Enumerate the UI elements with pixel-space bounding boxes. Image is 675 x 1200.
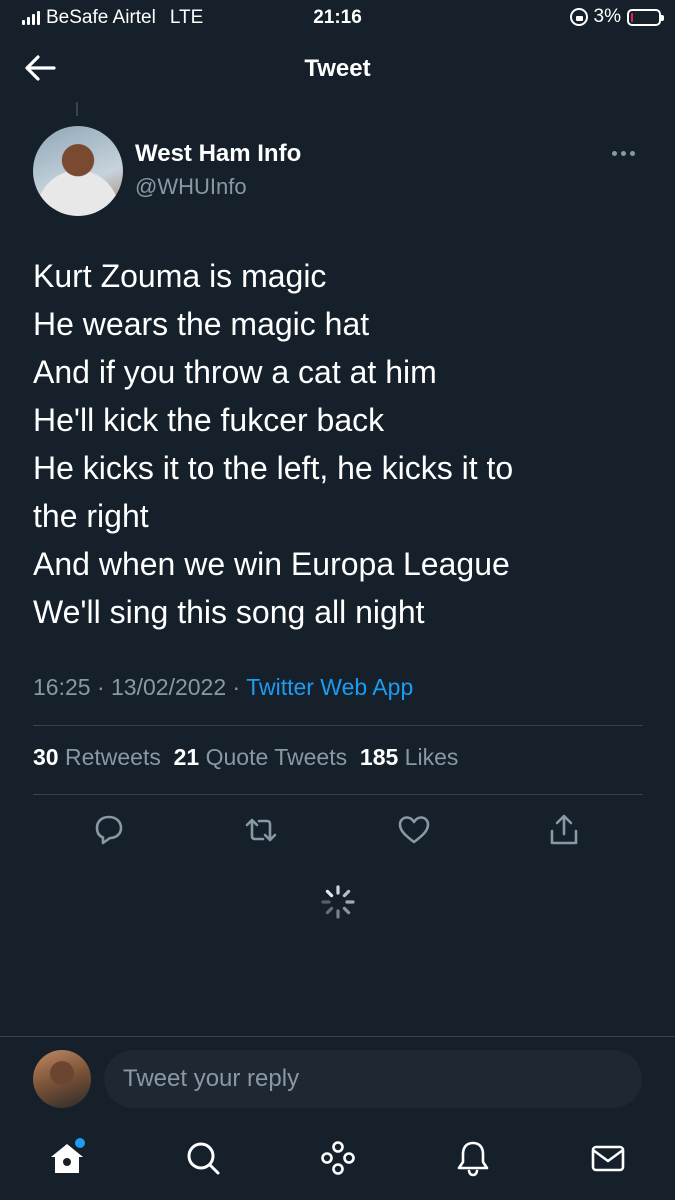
messages-icon xyxy=(591,1145,625,1172)
header: Tweet xyxy=(0,40,675,96)
tweet-line: And when we win Europa League xyxy=(33,546,510,582)
tweet-time: 16:25 xyxy=(33,674,91,700)
tweet-date: 13/02/2022 xyxy=(111,674,227,700)
like-icon xyxy=(398,816,430,844)
likes-count: 185 xyxy=(359,744,399,770)
tweet-stats: 30 Retweets 21 Quote Tweets 185 Likes xyxy=(33,744,458,771)
quotes-count: 21 xyxy=(173,744,200,770)
share-icon xyxy=(550,814,578,845)
quotes-stat[interactable]: 21 Quote Tweets xyxy=(174,744,347,770)
author-name[interactable]: West Ham Info xyxy=(135,140,301,168)
meta-separator: · xyxy=(232,674,241,700)
tweet-line: Kurt Zouma is magic xyxy=(33,258,327,294)
more-options-icon[interactable] xyxy=(612,143,642,163)
notification-dot xyxy=(75,1138,85,1148)
tweet-meta: 16:25 · 13/02/2022 · Twitter Web App xyxy=(33,674,413,701)
tweet-line: the right xyxy=(33,498,149,534)
tab-home[interactable] xyxy=(47,1138,87,1178)
tweet-line: He wears the magic hat xyxy=(33,306,370,342)
status-right: 3% xyxy=(569,6,664,28)
divider xyxy=(33,725,643,726)
reply-button[interactable] xyxy=(91,812,127,848)
reply-input[interactable] xyxy=(104,1050,642,1108)
divider xyxy=(33,794,643,795)
search-icon xyxy=(187,1142,220,1175)
battery-percent: 3% xyxy=(593,6,621,27)
author-avatar[interactable] xyxy=(33,126,123,216)
retweets-stat[interactable]: 30 Retweets xyxy=(33,744,161,770)
tweet-source-link[interactable]: Twitter Web App xyxy=(246,674,413,700)
retweets-label: Retweets xyxy=(64,744,161,770)
tweet-line: He kicks it to the left, he kicks it to xyxy=(33,450,514,486)
author-handle[interactable]: @WHUInfo xyxy=(135,174,247,200)
tab-search[interactable] xyxy=(183,1138,223,1178)
notifications-icon xyxy=(457,1141,489,1177)
orientation-lock-icon xyxy=(569,8,588,26)
status-bar: BeSafe Airtel LTE 21:16 3% xyxy=(0,0,675,36)
bottom-tab-bar xyxy=(0,1128,675,1200)
spaces-icon xyxy=(321,1141,355,1175)
tab-notifications[interactable] xyxy=(453,1138,493,1178)
page-title: Tweet xyxy=(304,55,371,82)
like-button[interactable] xyxy=(396,812,432,848)
tweet-line: He'll kick the fukcer back xyxy=(33,402,385,438)
retweet-icon xyxy=(245,818,277,842)
tweet-line: And if you throw a cat at him xyxy=(33,354,437,390)
thread-line xyxy=(76,102,78,116)
tweet-text: Kurt Zouma is magic He wears the magic h… xyxy=(33,252,633,636)
tweet-line: We'll sing this song all night xyxy=(33,594,425,630)
share-button[interactable] xyxy=(546,812,582,848)
battery-icon xyxy=(627,8,664,26)
reply-icon xyxy=(95,815,123,845)
quotes-label: Quote Tweets xyxy=(205,744,348,770)
likes-label: Likes xyxy=(404,744,459,770)
divider xyxy=(0,1036,675,1037)
meta-separator: · xyxy=(96,674,105,700)
current-user-avatar[interactable] xyxy=(33,1050,91,1108)
tab-messages[interactable] xyxy=(588,1138,628,1178)
tab-spaces[interactable] xyxy=(318,1138,358,1178)
retweets-count: 30 xyxy=(33,744,59,770)
likes-stat[interactable]: 185 Likes xyxy=(360,744,458,770)
retweet-button[interactable] xyxy=(243,812,279,848)
loading-spinner-icon xyxy=(320,884,356,920)
